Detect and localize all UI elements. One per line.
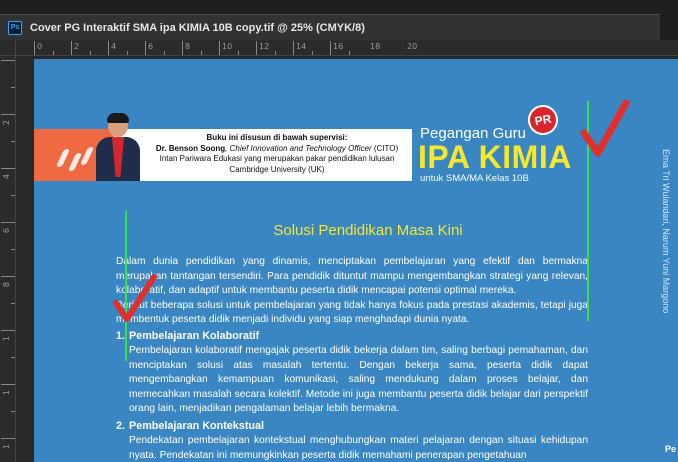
- vertical-ruler[interactable]: 2 4 6 8 1 1 1: [0, 56, 16, 462]
- section-title: Solusi Pendidikan Masa Kini: [273, 222, 463, 239]
- supervisor-credit: Buku ini disusun di bawah supervisi: Dr.…: [144, 133, 410, 175]
- ruler-tick: [182, 41, 183, 55]
- ruler-tick: [145, 41, 146, 55]
- edge-text-fragment: Pe: [665, 444, 677, 454]
- ruler-tick: [219, 41, 220, 55]
- ruler-number: 12: [259, 42, 270, 51]
- ruler-number: 20: [407, 42, 418, 51]
- ruler-number: 14: [296, 42, 307, 51]
- ruler-number: 6: [148, 42, 154, 51]
- ruler-tick: [1, 114, 15, 115]
- list-item-heading: 1. Pembelajaran Kolaboratif: [116, 329, 588, 344]
- horizontal-ruler[interactable]: 0 2 4 6 8 10 12 14 16 18 20: [16, 40, 678, 56]
- list-item-heading: 2. Pembelajaran Kontekstual: [116, 419, 588, 434]
- document-tab-title[interactable]: Cover PG Interaktif SMA ipa KIMIA 10B co…: [30, 22, 365, 34]
- list-item-body: Pembelajaran kolaboratif mengajak pesert…: [129, 345, 588, 415]
- credit-role: , Chief Innovation and Technology Office…: [225, 143, 372, 153]
- ruler-tick: [1, 168, 15, 169]
- ruler-tick: [1, 330, 15, 331]
- ruler-tick: [1, 384, 15, 385]
- ruler-number: 16: [333, 42, 344, 51]
- ruler-number: 1: [2, 336, 11, 342]
- ruler-tick: [293, 41, 294, 55]
- intro-paragraph-2: Berikut beberapa solusi untuk pembelajar…: [116, 299, 588, 326]
- ruler-tick: [256, 41, 257, 55]
- list-item-number: 1.: [116, 330, 126, 342]
- credit-line-4: Cambridge University (UK): [229, 164, 325, 174]
- ruler-tick: [1, 60, 15, 61]
- pr-logo-badge: PR: [525, 102, 561, 138]
- document-tab-bar: Ps Cover PG Interaktif SMA ipa KIMIA 10B…: [0, 0, 678, 40]
- photoshop-window: Ps Cover PG Interaktif SMA ipa KIMIA 10B…: [0, 0, 678, 462]
- intro-paragraph-1: Dalam dunia pendidikan yang dinamis, men…: [116, 256, 588, 297]
- credit-line-3: Intan Pariwara Edukasi yang merupakan pa…: [159, 154, 395, 163]
- ruler-number: 4: [2, 174, 11, 180]
- list-item: 1. Pembelajaran Kolaboratif Pembelajaran …: [116, 329, 588, 417]
- ruler-number: 8: [185, 42, 191, 51]
- credit-name-line: Dr. Benson Soong, Chief Innovation and T…: [144, 144, 410, 155]
- brand-title: IPA KIMIA: [418, 139, 572, 175]
- list-item-number: 2.: [116, 420, 126, 432]
- ruler-number: 2: [74, 42, 80, 51]
- ruler-number: 1: [2, 390, 11, 396]
- list-item-title: Pembelajaran Kontekstual: [129, 420, 265, 432]
- ruler-number: 6: [2, 228, 11, 234]
- ruler-tick: [108, 41, 109, 55]
- red-checkmark-icon: [580, 99, 630, 157]
- photoshop-app-icon: Ps: [8, 20, 22, 35]
- ruler-tick: [1, 276, 15, 277]
- ruler-number: 8: [2, 282, 11, 288]
- ruler-number: 18: [370, 42, 381, 51]
- ruler-number: 4: [111, 42, 117, 51]
- ruler-tick: [71, 41, 72, 55]
- ruler-tick: [1, 438, 15, 439]
- list-item: 2. Pembelajaran Kontekstual Pendekatan pe…: [116, 419, 588, 462]
- intro-paragraph: Dalam dunia pendidikan yang dinamis, men…: [116, 255, 588, 328]
- list-item-body: Pendekatan pembelajaran kontekstual meng…: [129, 435, 588, 461]
- ruler-tick: [34, 41, 35, 55]
- supervisor-photo: [96, 113, 140, 181]
- ruler-tick: [1, 222, 15, 223]
- document-tab[interactable]: Ps Cover PG Interaktif SMA ipa KIMIA 10B…: [0, 14, 660, 40]
- document-canvas[interactable]: Buku ini disusun di bawah supervisi: Dr.…: [34, 59, 678, 462]
- ruler-number: 0: [37, 42, 43, 51]
- ruler-number: 1: [2, 444, 11, 450]
- credit-name: Dr. Benson Soong: [155, 143, 226, 153]
- ruler-number: 10: [222, 42, 233, 51]
- credit-heading: Buku ini disusun di bawah supervisi:: [206, 133, 348, 142]
- list-item-title: Pembelajaran Kolaboratif: [129, 330, 260, 342]
- ruler-origin-corner[interactable]: [0, 40, 16, 56]
- brand-class-label: untuk SMA/MA Kelas 10B: [420, 173, 529, 184]
- red-checkmark-icon: [113, 274, 157, 322]
- ruler-number: 2: [2, 120, 11, 126]
- credit-org-abbr: (CITO): [371, 143, 399, 153]
- ruler-tick: [330, 41, 331, 55]
